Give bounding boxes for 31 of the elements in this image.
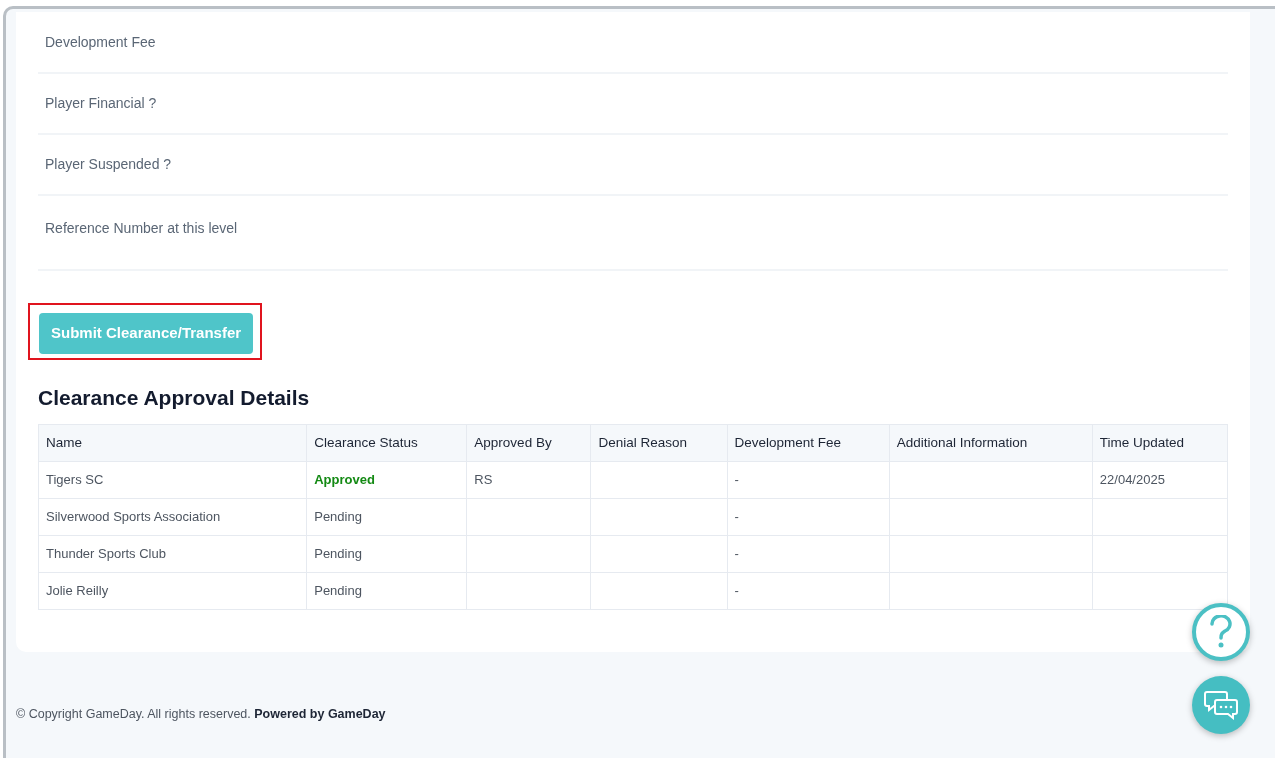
column-header: Name <box>38 424 307 462</box>
status-text: Pending <box>314 509 362 525</box>
table-cell: - <box>734 509 739 525</box>
column-header: Denial Reason <box>590 424 728 462</box>
status-text: Approved <box>314 472 375 488</box>
field-label: Development Fee <box>45 32 156 52</box>
field-label: Player Suspended ? <box>45 155 172 174</box>
column-header: Additional Information <box>889 424 1093 462</box>
table-cell: 22/04/2025 <box>1099 472 1165 488</box>
column-header: Clearance Status <box>306 424 467 462</box>
column-header: Development Fee <box>727 424 890 462</box>
table-cell: Tigers SC <box>46 472 104 488</box>
copyright-text: Copyright GameDay. All rights reserved. <box>28 707 252 721</box>
column-header: Approved By <box>466 424 591 462</box>
field-label: Player Financial ? <box>45 94 157 113</box>
table-cell: Jolie Reilly <box>46 583 109 599</box>
status-text: Pending <box>314 546 362 562</box>
table-cell: - <box>734 472 739 488</box>
table-cell: Silverwood Sports Association <box>46 509 221 525</box>
table-cell: RS <box>474 472 493 488</box>
table-cell: - <box>734 583 739 599</box>
chat-icon <box>1204 690 1238 720</box>
copyright-icon: © <box>16 707 29 721</box>
powered-by-link[interactable]: Powered by GameDay <box>254 707 386 721</box>
field-label: Reference Number at this level <box>45 219 238 238</box>
column-header: Time Updated <box>1092 424 1228 462</box>
table-cell: - <box>734 546 739 562</box>
section-heading: Clearance Approval Details <box>38 384 311 411</box>
question-icon <box>1210 615 1232 649</box>
status-text: Pending <box>314 583 362 599</box>
table-cell: Thunder Sports Club <box>46 546 166 562</box>
